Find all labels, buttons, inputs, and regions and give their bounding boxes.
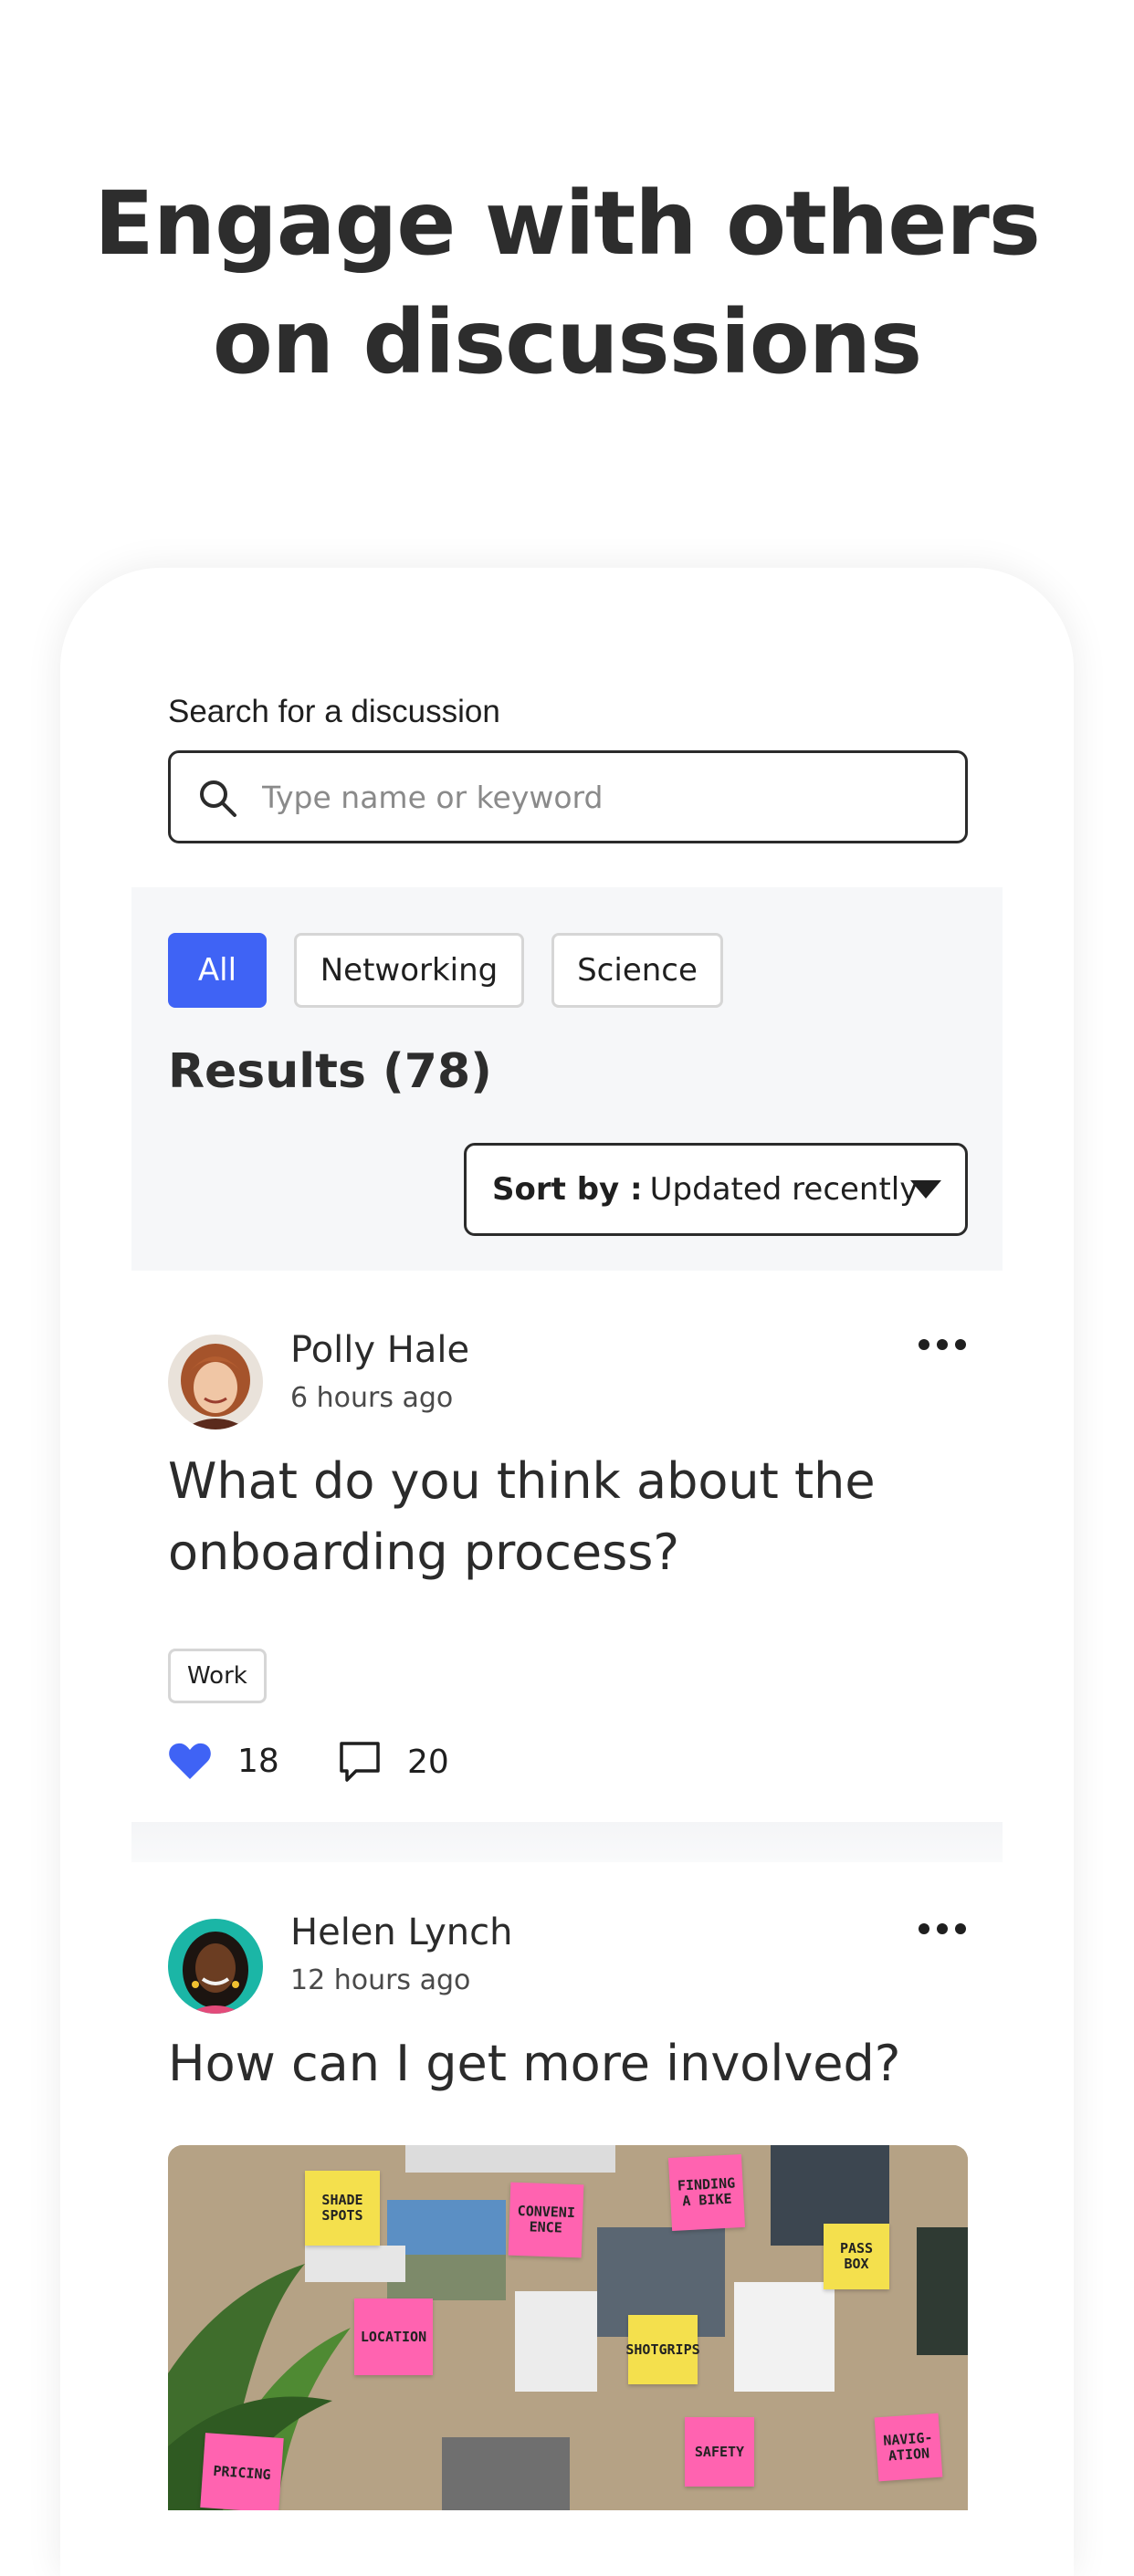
post-title[interactable]: How can I get more involved?: [168, 2028, 953, 2100]
like-stat[interactable]: 18: [168, 1742, 279, 1780]
sticky-note: SAFETY: [685, 2417, 754, 2487]
sort-key-label: Sort by :: [492, 1171, 643, 1208]
post-title-line-2: onboarding process?: [168, 1524, 680, 1581]
filter-chip-all[interactable]: All: [168, 933, 267, 1008]
author-name[interactable]: Helen Lynch: [290, 1911, 512, 1953]
post-time: 12 hours ago: [290, 1964, 471, 1996]
post-title[interactable]: What do you think about the onboarding p…: [168, 1446, 953, 1588]
filter-chip-science[interactable]: Science: [551, 933, 723, 1008]
avatar: [168, 1335, 263, 1429]
sticky-note: CONVENI ENCE: [508, 2182, 584, 2258]
headline-line-2: on discussions: [212, 291, 922, 393]
post-image[interactable]: SHADE SPOTS FINDING A BIKE CONVENI ENCE …: [168, 2145, 968, 2510]
more-options-icon[interactable]: [919, 1922, 966, 1935]
headline-line-1: Engage with others: [94, 173, 1041, 275]
caret-down-icon: [910, 1180, 941, 1199]
search-icon: [200, 780, 236, 817]
results-count: Results (78): [168, 1044, 492, 1099]
sort-dropdown[interactable]: Sort by : Updated recently: [464, 1143, 968, 1236]
comment-stat[interactable]: 20: [338, 1740, 449, 1784]
comment-icon: [340, 1742, 380, 1782]
filter-panel: All Networking Science Results (78) Sort…: [131, 887, 1003, 1271]
heart-icon: [169, 1743, 211, 1779]
more-options-icon[interactable]: [919, 1338, 966, 1351]
discussion-card[interactable]: Helen Lynch 12 hours ago How can I get m…: [131, 1862, 1003, 2576]
sticky-note: PRICING: [200, 2433, 284, 2510]
sticky-note: FINDING A BIKE: [667, 2153, 746, 2232]
search-input[interactable]: [262, 753, 938, 841]
sticky-note: PASS BOX: [824, 2224, 889, 2289]
sticky-note: NAVIG- ATION: [874, 2413, 943, 2482]
card-divider: [131, 1822, 1003, 1862]
post-time: 6 hours ago: [290, 1382, 454, 1414]
filter-chip-networking[interactable]: Networking: [294, 933, 524, 1008]
sticky-note: SHADE SPOTS: [305, 2171, 380, 2246]
avatar: [168, 1919, 263, 2014]
post-title-line-1: What do you think about the: [168, 1452, 876, 1510]
discussion-card[interactable]: Polly Hale 6 hours ago What do you think…: [131, 1271, 1003, 1818]
sort-value: Updated recently: [649, 1171, 919, 1208]
like-count: 18: [237, 1742, 279, 1780]
comment-count: 20: [407, 1743, 449, 1781]
search-box[interactable]: [168, 750, 968, 843]
post-tag[interactable]: Work: [168, 1649, 267, 1703]
sticky-note: SHOTGRIPS: [625, 2315, 700, 2384]
page-headline: Engage with others on discussions: [0, 164, 1134, 402]
author-name[interactable]: Polly Hale: [290, 1329, 469, 1371]
sticky-note: LOCATION: [354, 2299, 433, 2375]
search-label: Search for a discussion: [168, 694, 500, 729]
phone-frame: Search for a discussion All Networking S…: [60, 568, 1074, 2576]
